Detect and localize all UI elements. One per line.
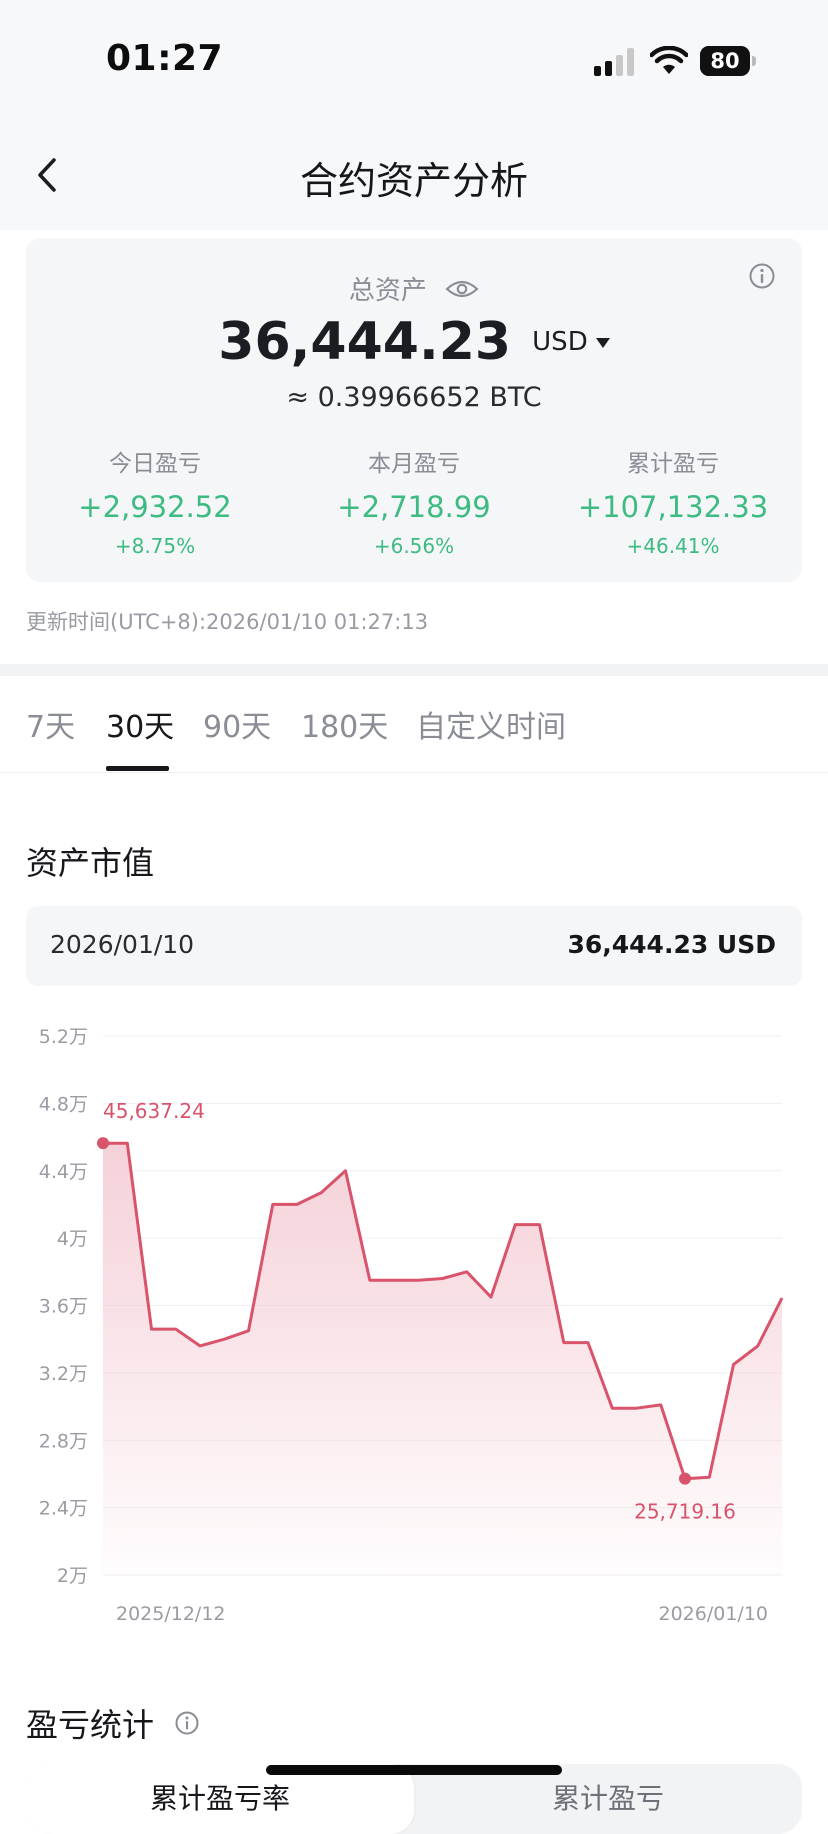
tab-7d[interactable]: 7天 [26, 702, 75, 746]
active-tab-indicator [106, 766, 169, 771]
month-pnl-percent: +6.56% [285, 534, 543, 558]
asset-value-chart[interactable]: 5.2万 4.8万 4.4万 4万 3.6万 3.2万 2.8万 2.4万 2万 45,637.2… [0, 1000, 828, 1640]
total-assets-label: 总资产 [349, 276, 427, 306]
selected-value: 36,444.23 USD [567, 930, 776, 959]
info-icon[interactable] [174, 1710, 200, 1736]
asset-value-title: 资产市值 [26, 838, 154, 884]
month-pnl: 本月盈亏 +2,718.99 +6.56% [285, 444, 543, 558]
selected-point-bar: 2026/01/10 36,444.23 USD [26, 906, 802, 986]
total-pnl-value: +107,132.33 [544, 490, 802, 524]
y-tick-label: 2.8万 [39, 1430, 88, 1452]
status-time: 01:27 [106, 38, 223, 79]
y-tick-label: 4.4万 [39, 1161, 88, 1183]
section-divider [0, 664, 828, 676]
today-pnl-label: 今日盈亏 [26, 444, 284, 478]
x-tick-label: 2025/12/12 [116, 1603, 226, 1625]
total-assets-row: 36,444.23 USD [26, 312, 802, 372]
total-pnl-label: 累计盈亏 [544, 444, 802, 478]
today-pnl-value: +2,932.52 [26, 490, 284, 524]
today-pnl: 今日盈亏 +2,932.52 +8.75% [26, 444, 284, 558]
tab-180d[interactable]: 180天 [301, 702, 388, 746]
time-range-tabs: 7天 30天 90天 180天 自定义时间 [0, 676, 828, 773]
update-time: 更新时间(UTC+8):2026/01/10 01:27:13 [26, 606, 428, 636]
btc-equivalent: ≈ 0.39966652 BTC [26, 382, 802, 413]
page-header: 合约资产分析 [0, 120, 828, 230]
battery-percent: 80 [700, 46, 750, 76]
currency-label: USD [532, 327, 588, 357]
page-title: 合约资产分析 [0, 150, 828, 205]
tab-90d[interactable]: 90天 [203, 702, 271, 746]
wifi-icon [650, 46, 688, 76]
y-tick-label: 2万 [57, 1565, 88, 1587]
asset-summary-card: 总资产 36,444.23 USD ≈ 0.39966652 BTC 今日盈亏 … [26, 238, 802, 582]
month-pnl-label: 本月盈亏 [285, 444, 543, 478]
tab-custom-range[interactable]: 自定义时间 [416, 702, 566, 746]
max-value-label: 45,637.24 [103, 1099, 205, 1123]
caret-down-icon [596, 338, 610, 348]
y-tick-label: 2.4万 [39, 1498, 88, 1520]
y-tick-label: 3.2万 [39, 1363, 88, 1385]
pnl-stats-title-row: 盈亏统计 [26, 1700, 200, 1746]
currency-selector[interactable]: USD [532, 327, 610, 357]
min-point-marker [679, 1473, 691, 1485]
y-tick-label: 5.2万 [39, 1026, 88, 1048]
status-bar: 01:27 80 [0, 0, 828, 120]
total-pnl: 累计盈亏 +107,132.33 +46.41% [544, 444, 802, 558]
total-pnl-percent: +46.41% [544, 534, 802, 558]
min-value-label: 25,719.16 [634, 1500, 736, 1524]
max-point-marker [97, 1137, 109, 1149]
total-assets-value: 36,444.23 [218, 312, 511, 372]
month-pnl-value: +2,718.99 [285, 490, 543, 524]
cellular-signal-icon [594, 48, 636, 76]
battery-icon: 80 [700, 46, 756, 76]
y-tick-label: 4.8万 [39, 1093, 88, 1115]
home-indicator [266, 1765, 562, 1775]
eye-icon[interactable] [445, 278, 479, 300]
tab-30d[interactable]: 30天 [106, 702, 174, 746]
today-pnl-percent: +8.75% [26, 534, 284, 558]
total-assets-label-row: 总资产 [26, 270, 802, 307]
selected-date: 2026/01/10 [50, 930, 194, 959]
y-tick-label: 3.6万 [39, 1296, 88, 1318]
x-tick-label: 2026/01/10 [658, 1603, 768, 1625]
y-tick-label: 4万 [57, 1228, 88, 1250]
pnl-stats-title: 盈亏统计 [26, 1706, 154, 1744]
